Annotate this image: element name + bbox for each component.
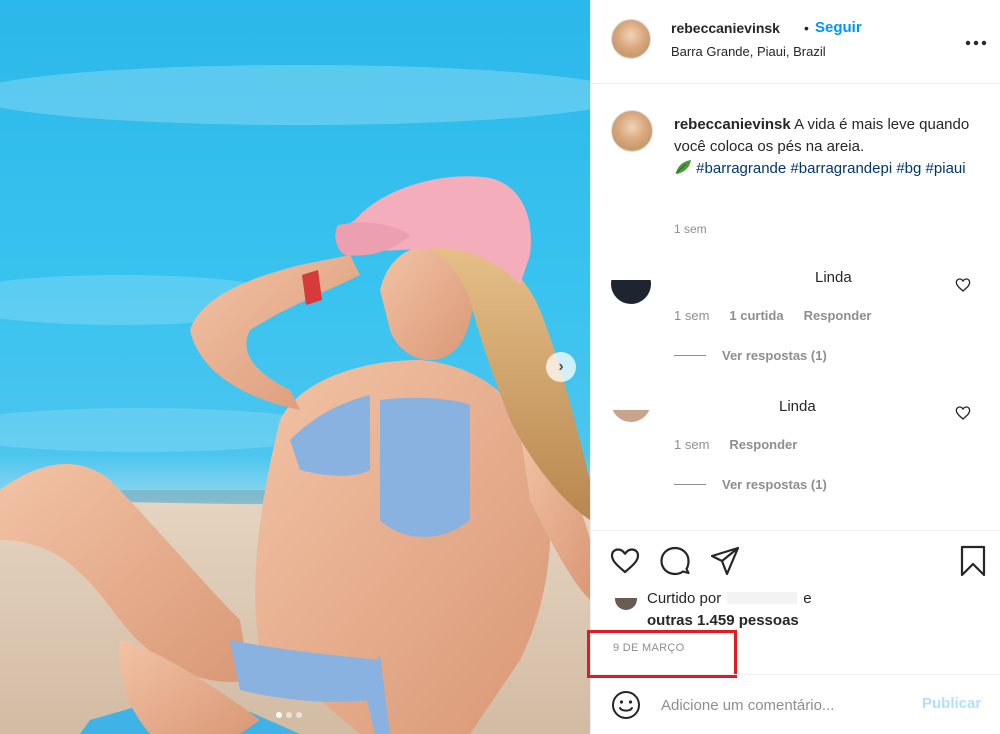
hashtag-link[interactable]: #barragrandepi [790, 160, 892, 177]
likes-prefix: Curtido por [647, 590, 722, 607]
smiley-icon[interactable] [611, 690, 641, 720]
comment-text: Linda [779, 398, 816, 415]
post-caption: rebeccanievinsk A vida é mais leve quand… [674, 114, 979, 180]
comment-timestamp[interactable]: 1 sem [674, 308, 709, 323]
carousel-dot [276, 712, 282, 718]
likes-joiner: e [803, 590, 812, 607]
instagram-post-window: › rebeccanievinsk • Seguir Barra Grande,… [0, 0, 1000, 734]
comment-meta: 1 sem Responder [674, 437, 797, 452]
comment-text: Linda [815, 269, 852, 286]
replies-line [674, 355, 706, 356]
liker-username-redacted [727, 592, 798, 604]
post-location[interactable]: Barra Grande, Piaui, Brazil [671, 44, 826, 59]
comment-input[interactable] [661, 693, 911, 717]
chevron-right-icon: › [558, 358, 564, 375]
caption-username[interactable]: rebeccanievinsk [674, 116, 791, 133]
dots-horizontal-icon [965, 40, 987, 46]
view-replies-label: Ver respostas (1) [722, 348, 827, 363]
post-side-panel: rebeccanievinsk • Seguir Barra Grande, P… [587, 0, 1000, 734]
view-replies-button[interactable]: Ver respostas (1) [674, 348, 827, 363]
more-options-icon[interactable] [965, 30, 987, 51]
view-replies-button[interactable]: Ver respostas (1) [674, 477, 827, 492]
post-photo[interactable]: › [0, 0, 590, 734]
post-header: rebeccanievinsk • Seguir Barra Grande, P… [591, 0, 1000, 84]
view-replies-label: Ver respostas (1) [722, 477, 827, 492]
header-separator: • [804, 20, 809, 36]
replies-line [674, 484, 706, 485]
carousel-dot [286, 712, 292, 718]
bookmark-icon[interactable] [957, 545, 989, 577]
caption-avatar[interactable] [611, 110, 653, 152]
likes-count[interactable]: outras 1.459 pessoas [647, 612, 799, 629]
hashtag-link[interactable]: #piaui [926, 160, 966, 177]
reply-button[interactable]: Responder [729, 437, 797, 452]
comment-likes-count[interactable]: 1 curtida [729, 308, 783, 323]
commenter-avatar[interactable] [611, 410, 651, 434]
comment-like-heart-icon[interactable] [955, 277, 971, 293]
carousel-indicator [276, 712, 302, 718]
post-actions-bar [591, 530, 1000, 590]
beach-photo-illustration [0, 65, 590, 734]
carousel-dot [296, 712, 302, 718]
comment-icon[interactable] [659, 545, 691, 577]
comment-like-heart-icon[interactable] [955, 405, 971, 421]
publish-button[interactable]: Publicar [922, 695, 981, 712]
comment-meta: 1 sem 1 curtida Responder [674, 308, 872, 323]
add-comment-bar: Publicar [591, 674, 1000, 734]
liker-avatar[interactable] [613, 598, 639, 612]
likes-summary[interactable]: Curtido por e outras 1.459 pessoas [647, 588, 812, 632]
reply-button[interactable]: Responder [804, 308, 872, 323]
heart-icon[interactable] [609, 545, 641, 577]
hashtag-link[interactable]: #bg [896, 160, 921, 177]
next-photo-button[interactable]: › [546, 352, 576, 382]
follow-button[interactable]: Seguir [815, 19, 862, 36]
author-username[interactable]: rebeccanievinsk [671, 20, 780, 36]
comment-timestamp[interactable]: 1 sem [674, 437, 709, 452]
author-avatar[interactable] [611, 19, 651, 59]
paper-plane-icon[interactable] [709, 545, 741, 577]
date-highlight-box [587, 630, 737, 678]
commenter-avatar[interactable] [611, 280, 651, 304]
caption-timestamp[interactable]: 1 sem [674, 222, 707, 236]
leaf-emoji-icon [675, 160, 691, 174]
hashtag-link[interactable]: #barragrande [696, 160, 786, 177]
